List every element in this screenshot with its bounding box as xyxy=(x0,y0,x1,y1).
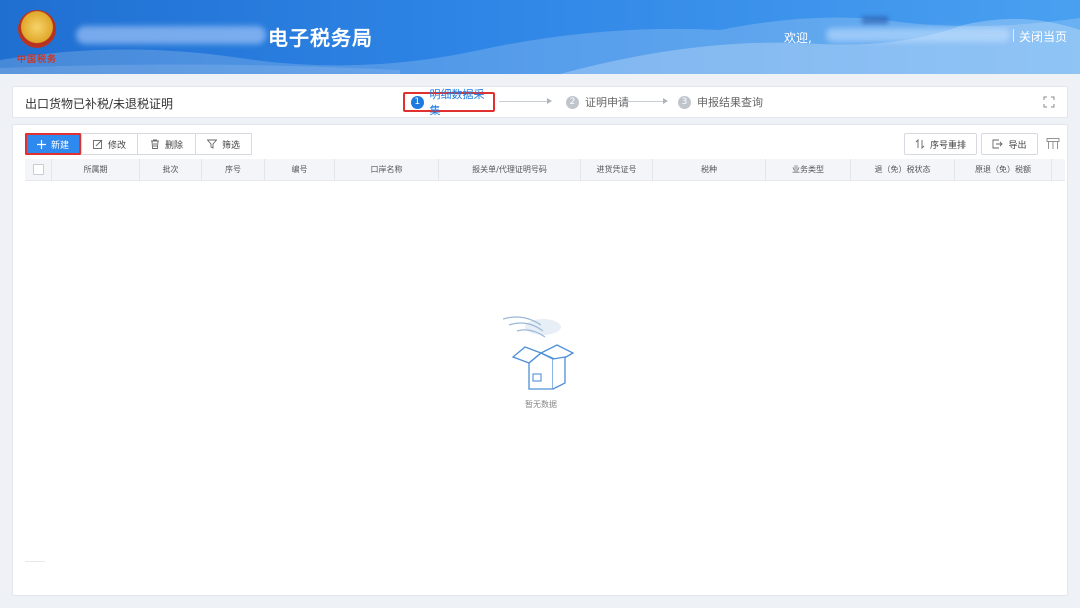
col-refund-status[interactable]: 退（免）税状态 xyxy=(851,159,955,181)
step-bar: 出口货物已补税/未退税证明 1 明细数据采集 2 证明申请 3 申报结果查询 xyxy=(12,86,1068,118)
edit-icon xyxy=(93,139,103,149)
footer-divider xyxy=(25,561,45,562)
empty-box-icon xyxy=(502,316,575,390)
new-button-label: 新建 xyxy=(50,140,69,151)
new-button[interactable]: 新建 xyxy=(25,133,81,155)
step-label: 明细数据采集 xyxy=(429,88,485,117)
col-purchase-voucher[interactable]: 进货凭证号 xyxy=(581,159,653,181)
step-result-query[interactable]: 3 申报结果查询 xyxy=(678,92,763,112)
filter-icon xyxy=(206,139,217,149)
filter-button[interactable]: 筛选 xyxy=(195,133,252,155)
empty-state-text: 暂无数据 xyxy=(525,400,557,409)
col-declaration-number[interactable]: 报关单/代理证明号码 xyxy=(439,159,581,181)
reorder-button-label: 序号重排 xyxy=(929,140,966,151)
column-settings-icon[interactable] xyxy=(1046,137,1060,151)
col-port-name[interactable]: 口岸名称 xyxy=(335,159,439,181)
emblem-icon xyxy=(18,10,56,48)
delete-button[interactable]: 删除 xyxy=(137,133,195,155)
export-button-label: 导出 xyxy=(1008,140,1027,151)
col-batch[interactable]: 批次 xyxy=(140,159,202,181)
data-panel: 新建 修改 删除 筛选 序号重排 导出 所属期 批次 序号 编号 口岸名称 报关… xyxy=(12,124,1068,596)
step-connector-arrow xyxy=(617,98,668,104)
tax-emblem-logo: 中国税务 xyxy=(12,8,62,65)
export-button[interactable]: 导出 xyxy=(981,133,1038,155)
reorder-button[interactable]: 序号重排 xyxy=(904,133,977,155)
filter-button-label: 筛选 xyxy=(221,140,240,151)
col-serial[interactable]: 序号 xyxy=(202,159,265,181)
blurred-organization-name xyxy=(76,26,266,44)
step-number: 1 xyxy=(411,95,424,109)
top-header: 中国税务 电子税务局 欢迎, 关闭当页 xyxy=(0,0,1080,74)
fullscreen-icon[interactable] xyxy=(1043,96,1055,108)
delete-button-label: 删除 xyxy=(164,140,183,151)
plus-icon xyxy=(36,139,46,149)
blurred-user-name xyxy=(826,28,1010,42)
step-detail-collection[interactable]: 1 明细数据采集 xyxy=(403,88,495,117)
site-title: 电子税务局 xyxy=(268,26,373,50)
edit-button-label: 修改 xyxy=(107,140,126,151)
col-period[interactable]: 所属期 xyxy=(52,159,140,181)
step-label: 申报结果查询 xyxy=(697,96,763,109)
sort-icon xyxy=(915,139,925,149)
step-label: 证明申请 xyxy=(585,96,629,109)
close-page-link[interactable]: 关闭当页 xyxy=(1019,28,1067,45)
step-connector-arrow xyxy=(499,98,552,104)
col-truncated xyxy=(1052,159,1065,181)
header-divider xyxy=(1013,29,1014,42)
welcome-text: 欢迎, xyxy=(784,31,812,45)
select-all-checkbox[interactable] xyxy=(33,164,44,175)
blurred-user-mark xyxy=(862,16,888,24)
trash-icon xyxy=(150,139,159,149)
col-business-type[interactable]: 业务类型 xyxy=(766,159,851,181)
edit-button[interactable]: 修改 xyxy=(81,133,137,155)
col-number[interactable]: 编号 xyxy=(265,159,335,181)
col-tax-type[interactable]: 税种 xyxy=(653,159,766,181)
export-icon xyxy=(993,139,1004,149)
step-number: 3 xyxy=(678,95,691,109)
emblem-text: 中国税务 xyxy=(16,55,57,65)
col-original-refund[interactable]: 原退（免）税额 xyxy=(955,159,1052,181)
page-title: 出口货物已补税/未退税证明 xyxy=(25,97,174,111)
table-header: 所属期 批次 序号 编号 口岸名称 报关单/代理证明号码 进货凭证号 税种 业务… xyxy=(25,159,1065,181)
step-certificate-apply[interactable]: 2 证明申请 xyxy=(566,92,629,112)
select-all-cell xyxy=(25,159,52,181)
step-number: 2 xyxy=(566,95,579,109)
